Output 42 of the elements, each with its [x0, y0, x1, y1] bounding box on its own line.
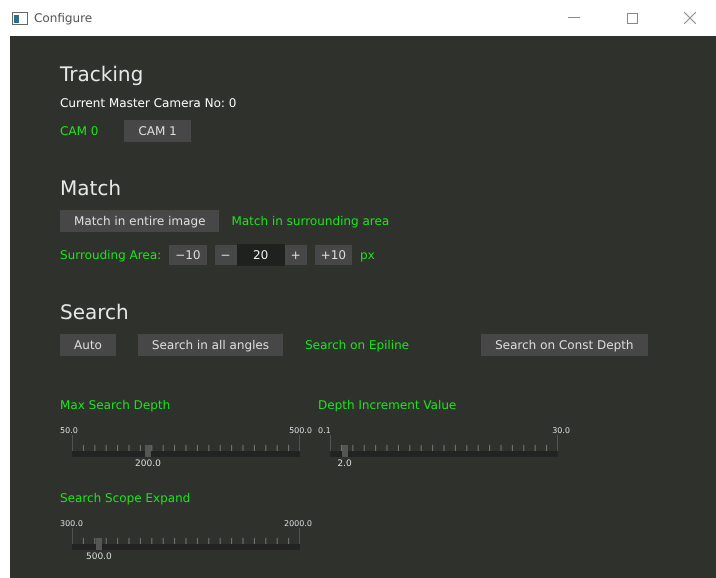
slider-track[interactable]	[72, 435, 300, 457]
decrease-ten-button[interactable]: −10	[169, 245, 207, 265]
option-button[interactable]: Match in entire image	[60, 210, 220, 232]
slider-label: Depth Increment Value	[318, 398, 458, 412]
option-button[interactable]: Search in all angles	[138, 334, 284, 356]
slider-min: 50.0	[60, 426, 78, 435]
increase-button[interactable]: +	[284, 245, 307, 265]
slider-value: 200.0	[135, 459, 161, 469]
option-button[interactable]: Auto	[60, 334, 116, 356]
window-title: Configure	[34, 11, 94, 25]
option-button[interactable]: CAM 1	[124, 120, 191, 142]
section-heading: Search	[60, 300, 130, 324]
close-icon[interactable]	[684, 12, 696, 24]
minimize-icon[interactable]	[568, 17, 580, 19]
slider-track[interactable]	[72, 528, 300, 550]
section-heading: Match	[60, 176, 122, 200]
slider-thumb[interactable]	[144, 445, 151, 457]
slider-value: 500.0	[86, 552, 112, 562]
slider-max: 500.0	[289, 426, 312, 435]
slider-value: 2.0	[337, 459, 352, 469]
slider-thumb[interactable]	[342, 445, 348, 457]
master-camera-text: Current Master Camera No: 0	[60, 96, 238, 110]
slider-label: Max Search Depth	[60, 398, 172, 412]
slider-min: 0.1	[318, 426, 331, 435]
increase-ten-button[interactable]: +10	[314, 245, 352, 265]
unit-label: px	[360, 248, 375, 262]
area-input[interactable]: 20	[236, 244, 285, 266]
slider-max: 2000.0	[284, 519, 312, 528]
slider-label: Search Scope Expand	[60, 491, 192, 505]
selected-option[interactable]: CAM 0	[60, 124, 98, 138]
slider-max: 30.0	[552, 426, 570, 435]
slider-thumb[interactable]	[96, 538, 102, 550]
slider-min: 300.0	[60, 519, 83, 528]
section-heading: Tracking	[60, 62, 144, 86]
selected-option[interactable]: Match in surrounding area	[231, 214, 390, 228]
maximize-icon[interactable]	[626, 12, 638, 24]
selected-option[interactable]: Search on Epiline	[305, 338, 410, 352]
decrease-button[interactable]: −	[214, 245, 237, 265]
slider-track[interactable]	[330, 435, 558, 457]
area-label: Surrouding Area:	[60, 248, 162, 262]
option-button[interactable]: Search on Const Depth	[481, 334, 648, 356]
app-icon	[12, 12, 28, 24]
